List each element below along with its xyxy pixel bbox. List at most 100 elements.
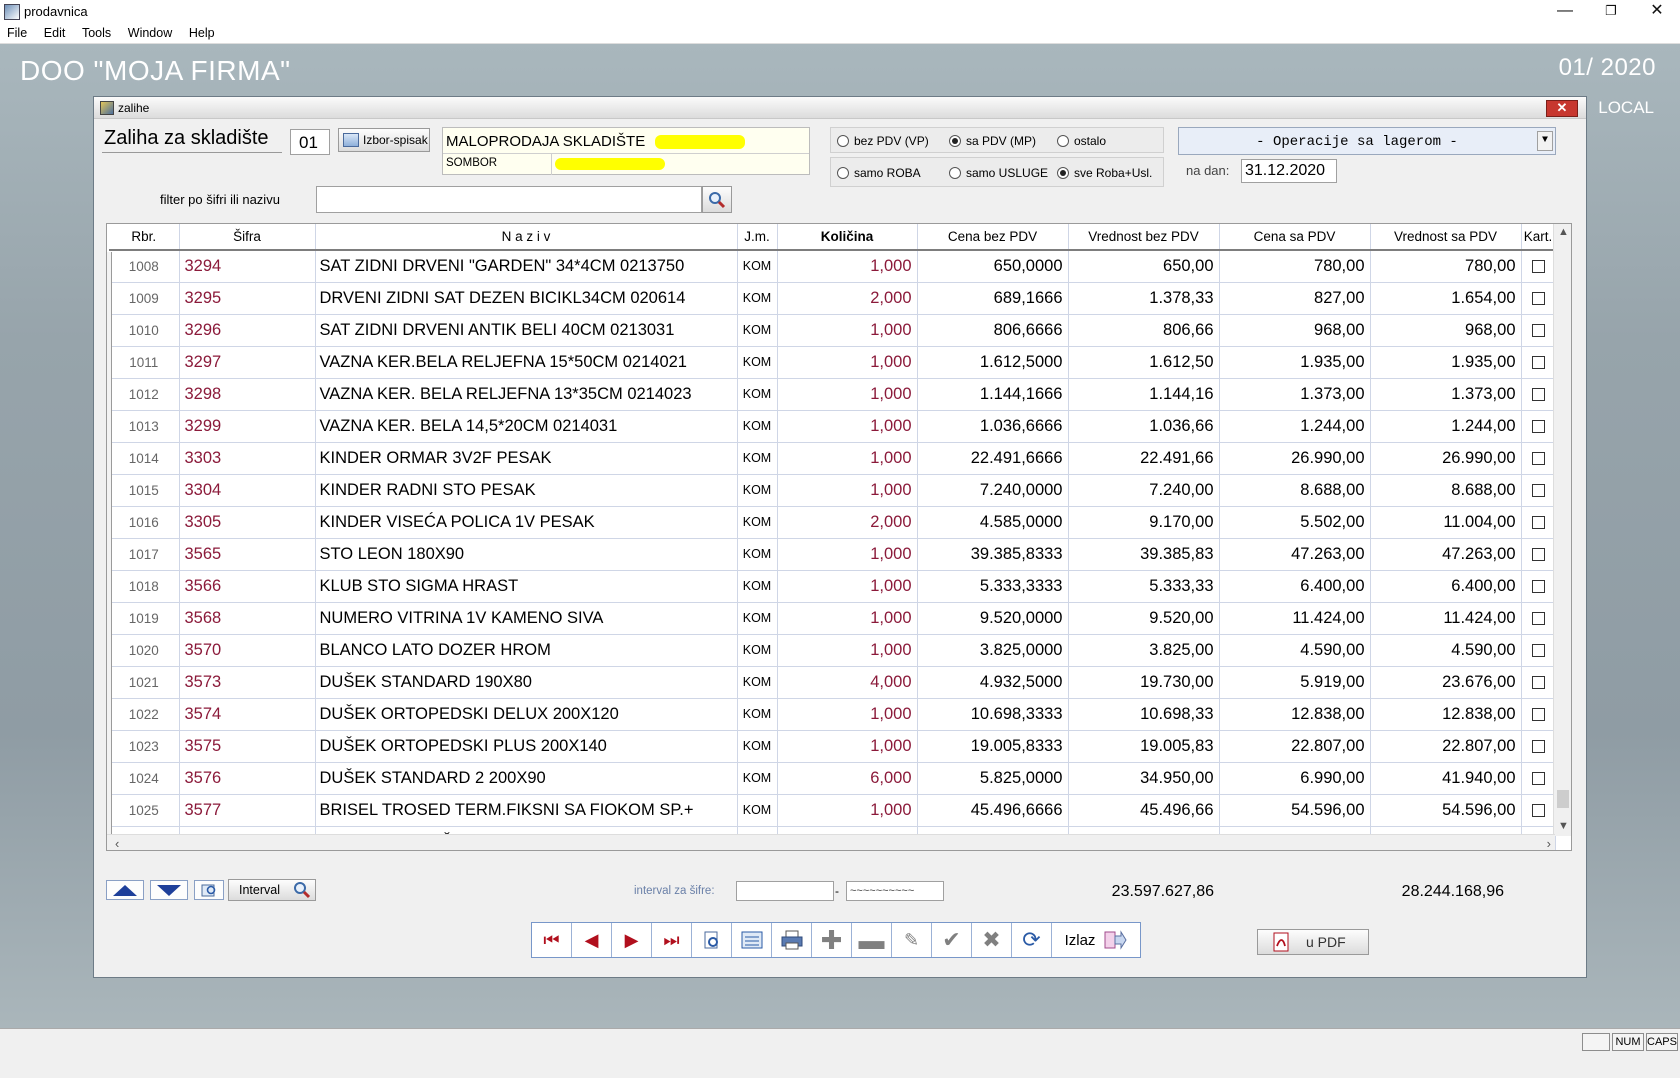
date-field[interactable]: 31.12.2020 [1241,159,1337,183]
cell-sifra[interactable]: 3573 [179,666,316,699]
cell-cena-sa-pdv[interactable]: 1.935,00 [1219,346,1371,379]
cell-rbr[interactable]: 1022 [109,698,180,731]
cell-naziv[interactable]: NUMERO VITRINA 1V KAMENO SIVA [315,602,738,635]
radio-sa-pdv[interactable]: sa PDV (MP) [949,134,1036,148]
cell-kartica[interactable] [1521,602,1556,635]
cell-sifra[interactable]: 3568 [179,602,316,635]
cell-kolicina[interactable]: 2,000 [777,506,918,539]
cell-vrednost-sa-pdv[interactable]: 22.807,00 [1370,730,1522,763]
cell-vrednost-bez-pdv[interactable]: 9.170,00 [1068,506,1220,539]
cell-vrednost-bez-pdv[interactable]: 1.378,33 [1068,282,1220,315]
cell-kartica[interactable] [1521,474,1556,507]
cell-cena-bez-pdv[interactable]: 22.491,6666 [917,442,1069,475]
cell-cena-bez-pdv[interactable]: 1.144,1666 [917,378,1069,411]
radio-samo-usluge[interactable]: samo USLUGE [949,166,1048,180]
cell-kolicina[interactable]: 4,000 [777,666,918,699]
cell-vrednost-sa-pdv[interactable]: 11.004,00 [1370,506,1522,539]
cell-naziv[interactable]: DUŠEK STANDARD 2 200X90 [315,762,738,795]
interval-from-field[interactable] [736,881,834,901]
cell-cena-bez-pdv[interactable]: 39.385,8333 [917,538,1069,571]
cell-vrednost-sa-pdv[interactable]: 23.676,00 [1370,666,1522,699]
cell-naziv[interactable]: STO LEON 180X90 [315,538,738,571]
kartica-checkbox[interactable] [1531,547,1545,561]
cell-kolicina[interactable]: 6,000 [777,762,918,795]
cell-cena-bez-pdv[interactable]: 806,6666 [917,314,1069,347]
cell-sifra[interactable]: 3303 [179,442,316,475]
cell-vrednost-sa-pdv[interactable]: 4.590,00 [1370,634,1522,667]
table-row[interactable]: 1012 3298 VAZNA KER. BELA RELJEFNA 13*35CM… [109,378,1556,411]
cell-vrednost-bez-pdv[interactable]: 7.240,00 [1068,474,1220,507]
radio-samo-roba[interactable]: samo ROBA [837,166,921,180]
menu-edit[interactable]: Edit [37,24,72,40]
stock-grid[interactable]: Rbr. Šifra N a z i v J.m. Količina Cena … [106,223,1572,851]
cell-vrednost-sa-pdv[interactable]: 1.935,00 [1370,346,1522,379]
cell-cena-sa-pdv[interactable]: 47.263,00 [1219,538,1371,571]
cell-rbr[interactable]: 1018 [109,570,180,603]
cell-jm[interactable]: KOM [737,506,778,539]
cell-naziv[interactable]: SAT ZIDNI DRVENI "GARDEN" 34*4CM 0213750 [315,250,738,283]
cell-naziv[interactable]: SAT ZIDNI DRVENI ANTIK BELI 40CM 0213031 [315,314,738,347]
radio-ostalo[interactable]: ostalo [1057,134,1106,148]
cell-vrednost-bez-pdv[interactable]: 19.005,83 [1068,730,1220,763]
cell-cena-bez-pdv[interactable]: 5.333,3333 [917,570,1069,603]
table-row[interactable]: 1019 3568 NUMERO VITRINA 1V KAMENO SIVA KOM… [109,602,1556,635]
cell-jm[interactable]: KOM [737,314,778,347]
radio-bez-pdv[interactable]: bez PDV (VP) [837,134,929,148]
cell-vrednost-sa-pdv[interactable]: 54.596,00 [1370,794,1522,827]
minimize-button[interactable]: — [1542,0,1588,24]
cell-jm[interactable]: KOM [737,250,778,283]
cell-vrednost-sa-pdv[interactable]: 8.688,00 [1370,474,1522,507]
col-cena-bez-pdv[interactable]: Cena bez PDV [917,224,1069,251]
menu-help[interactable]: Help [182,24,221,40]
cell-naziv[interactable]: DRVENI ZIDNI SAT DEZEN BICIKL34CM 020614 [315,282,738,315]
cell-cena-bez-pdv[interactable]: 5.825,0000 [917,762,1069,795]
cell-kartica[interactable] [1521,314,1556,347]
table-row[interactable]: 1010 3296 SAT ZIDNI DRVENI ANTIK BELI 40CM… [109,314,1556,347]
kartica-checkbox[interactable] [1531,323,1545,337]
cell-cena-sa-pdv[interactable]: 11.424,00 [1219,602,1371,635]
cell-kartica[interactable] [1521,570,1556,603]
cell-kartica[interactable] [1521,250,1556,283]
cell-naziv[interactable]: KINDER VISEĆA POLICA 1V PESAK [315,506,738,539]
cell-sifra[interactable]: 3577 [179,794,316,827]
table-row[interactable]: 1015 3304 KINDER RADNI STO PESAK KOM 1,000 7.… [109,474,1556,507]
col-naziv[interactable]: N a z i v [315,224,738,251]
stock-window-close-button[interactable]: ✕ [1546,100,1578,117]
cell-kartica[interactable] [1521,506,1556,539]
radio-sve[interactable]: sve Roba+Usl. [1057,166,1152,180]
find-button[interactable] [194,880,224,900]
cell-sifra[interactable]: 3296 [179,314,316,347]
cell-cena-sa-pdv[interactable]: 827,00 [1219,282,1371,315]
kartica-checkbox[interactable] [1531,611,1545,625]
scroll-down-icon[interactable]: ▼ [1558,820,1569,832]
cell-jm[interactable]: KOM [737,410,778,443]
cell-kartica[interactable] [1521,346,1556,379]
kartica-checkbox[interactable] [1531,771,1545,785]
cell-kolicina[interactable]: 1,000 [777,250,918,283]
cell-vrednost-bez-pdv[interactable]: 806,66 [1068,314,1220,347]
cell-vrednost-sa-pdv[interactable]: 26.990,00 [1370,442,1522,475]
export-pdf-button[interactable]: u PDF [1257,929,1369,955]
table-row[interactable]: 1021 3573 DUŠEK STANDARD 190X80 KOM 4,000 4.9… [109,666,1556,699]
cell-sifra[interactable]: 3576 [179,762,316,795]
filter-input[interactable] [316,186,702,213]
menu-file[interactable]: File [0,24,33,40]
cell-jm[interactable]: KOM [737,346,778,379]
cell-rbr[interactable]: 1021 [109,666,180,699]
cell-vrednost-sa-pdv[interactable]: 6.400,00 [1370,570,1522,603]
cell-cena-sa-pdv[interactable]: 4.590,00 [1219,634,1371,667]
cell-naziv[interactable]: KINDER ORMAR 3V2F PESAK [315,442,738,475]
cell-vrednost-bez-pdv[interactable]: 22.491,66 [1068,442,1220,475]
cell-cena-bez-pdv[interactable]: 10.698,3333 [917,698,1069,731]
cell-vrednost-bez-pdv[interactable]: 39.385,83 [1068,538,1220,571]
cell-kolicina[interactable]: 1,000 [777,346,918,379]
table-row[interactable]: 1024 3576 DUŠEK STANDARD 2 200X90 KOM 6,000 5… [109,762,1556,795]
table-row[interactable]: 1018 3566 KLUB STO SIGMA HRAST KOM 1,000 5.33… [109,570,1556,603]
cell-kolicina[interactable]: 1,000 [777,314,918,347]
cell-kolicina[interactable]: 1,000 [777,538,918,571]
cell-kartica[interactable] [1521,442,1556,475]
col-vrednost-bez-pdv[interactable]: Vrednost bez PDV [1068,224,1220,251]
cell-kolicina[interactable]: 1,000 [777,410,918,443]
first-record-button[interactable]: ⏮ [532,923,572,957]
cell-sifra[interactable]: 3295 [179,282,316,315]
